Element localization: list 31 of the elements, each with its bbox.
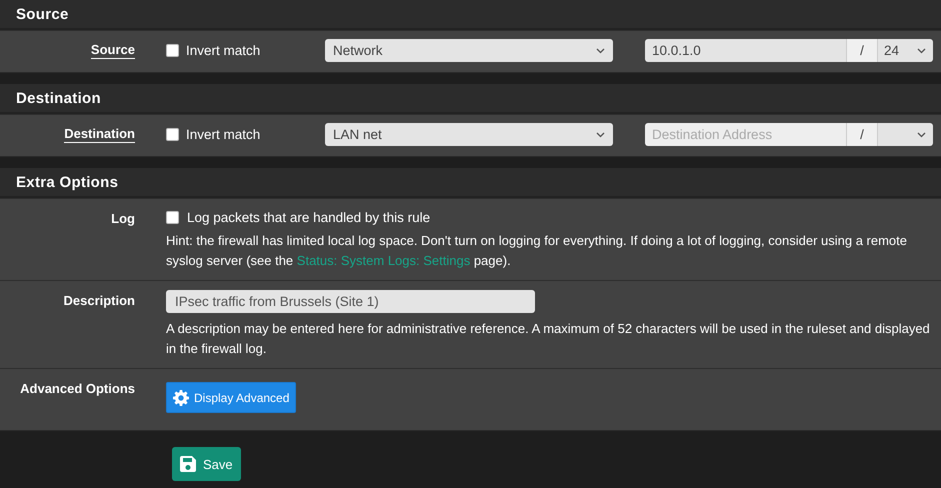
field-label: Destination <box>64 123 135 143</box>
field-label: Log <box>111 210 135 226</box>
display-advanced-button[interactable]: Display Advanced <box>166 382 296 413</box>
chevron-down-icon <box>596 48 605 54</box>
description-field[interactable]: IPsec traffic from Brussels (Site 1) <box>166 290 535 313</box>
checkbox-label: Log packets that are handled by this rule <box>187 210 430 225</box>
checkbox-label: Invert match <box>186 127 260 142</box>
checkbox[interactable] <box>166 128 179 141</box>
mask-select[interactable]: 24 <box>878 39 933 62</box>
chevron-down-icon <box>917 48 926 54</box>
separator-label: / <box>846 39 878 62</box>
panel-header: Destination <box>0 84 941 114</box>
field-label: Description <box>63 292 135 308</box>
gear-icon <box>173 390 189 406</box>
type-select[interactable]: Network <box>325 39 613 62</box>
type-select[interactable]: LAN net <box>325 123 613 146</box>
settings-link[interactable]: Status: System Logs: Settings <box>296 253 470 268</box>
field-label: Advanced Options <box>20 380 135 396</box>
save-button[interactable]: Save <box>172 447 241 481</box>
hint-text: A description may be entered here for administrative reference. A maximum of 52 characters will be used in the ruleset and displayed in the firewall log. <box>166 320 931 358</box>
panel-header: Source <box>0 0 941 30</box>
checkbox[interactable] <box>166 44 179 57</box>
checkbox[interactable] <box>166 211 179 224</box>
address-field[interactable]: 10.0.1.0 <box>645 39 846 62</box>
field-label: Source <box>90 39 135 59</box>
panel-header: Extra Options <box>0 168 941 198</box>
chevron-down-icon <box>596 132 605 138</box>
hint-text: Hint: the firewall has limited local log space. Don't turn on logging for everything. If doing a lot of logging, consider using a remote syslog server (see the Status: System Logs: Settings page). <box>166 232 908 270</box>
separator-label: / <box>846 123 878 146</box>
chevron-down-icon <box>917 132 926 138</box>
checkbox-label: Invert match <box>186 43 260 58</box>
